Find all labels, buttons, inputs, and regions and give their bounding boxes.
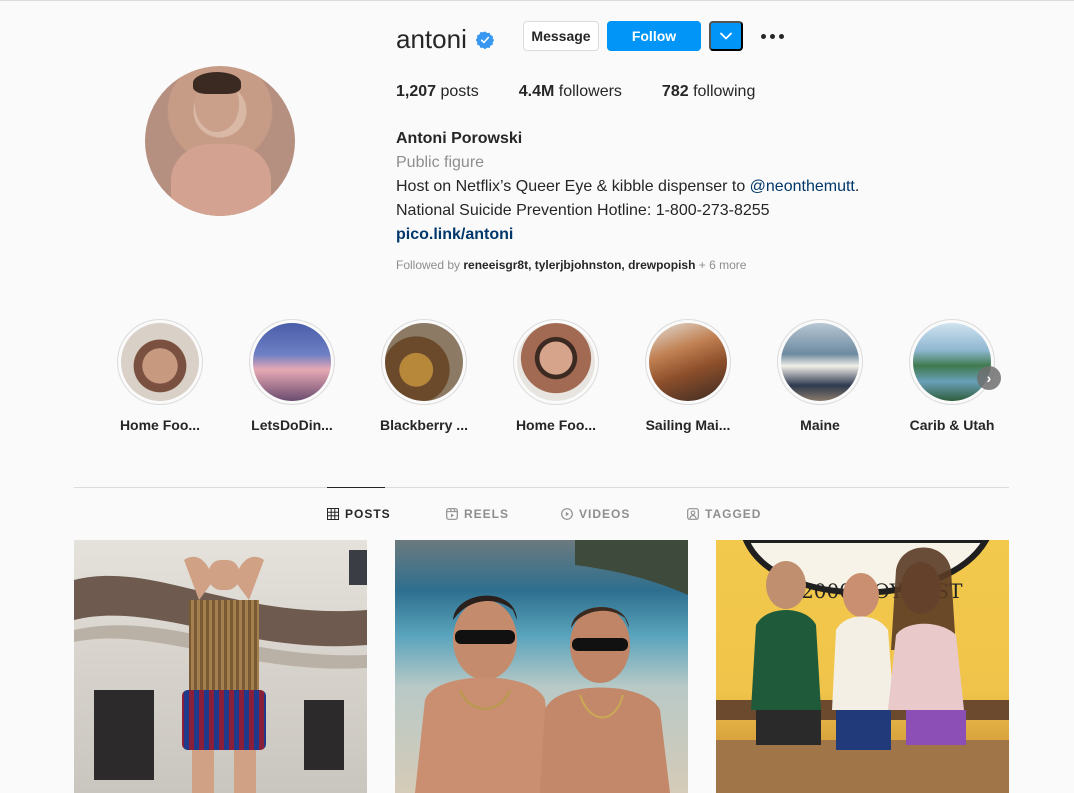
highlight-cover: [121, 323, 199, 401]
profile-stats: 1,207 posts 4.4M followers 782 following: [396, 83, 795, 101]
followed-by[interactable]: Followed by reneeisgr8t, tylerjbjohnston…: [396, 258, 746, 272]
active-tab-indicator: [327, 487, 385, 488]
followers-stat[interactable]: 4.4M followers: [519, 83, 622, 101]
tab-reels[interactable]: REELS: [446, 507, 509, 521]
post-image: [415, 540, 688, 793]
tabs-divider: [74, 487, 1009, 488]
post-image: 2000 ROYAL ST: [716, 540, 1009, 793]
highlight-item[interactable]: LetsDoDin...: [249, 319, 335, 433]
tagged-icon: [687, 508, 699, 520]
profile-full-name: Antoni Porowski: [396, 130, 523, 147]
highlight-cover: [781, 323, 859, 401]
bio-mention-link[interactable]: @neonthemutt: [750, 178, 855, 195]
profile-category: Public figure: [396, 154, 485, 171]
grid-icon: [327, 508, 339, 520]
post-thumbnail[interactable]: [74, 540, 367, 793]
highlight-item[interactable]: Maine: [777, 319, 863, 433]
highlight-item[interactable]: Home Foo...: [117, 319, 203, 433]
message-button[interactable]: Message: [523, 21, 599, 51]
profile-bio: Antoni Porowski Public figure Host on Ne…: [396, 127, 859, 247]
highlights-next-chevron-icon[interactable]: ›: [977, 366, 1001, 390]
highlight-item[interactable]: Blackberry ...: [380, 319, 468, 433]
top-divider: [0, 0, 1074, 1]
more-options-icon[interactable]: [759, 26, 785, 46]
play-icon: [561, 508, 573, 520]
profile-username-row: antoni: [396, 24, 494, 55]
post-thumbnail[interactable]: [395, 540, 688, 793]
bio-line-1: Host on Netflix’s Queer Eye & kibble dis…: [396, 178, 860, 195]
follow-button[interactable]: Follow: [607, 21, 701, 51]
highlight-cover: [913, 323, 991, 401]
bio-line-2: National Suicide Prevention Hotline: 1-8…: [396, 202, 770, 219]
highlight-cover: [253, 323, 331, 401]
suggested-dropdown-button[interactable]: [709, 21, 743, 51]
profile-username: antoni: [396, 24, 467, 54]
tab-posts[interactable]: POSTS: [327, 507, 391, 521]
posts-stat: 1,207 posts: [396, 83, 479, 100]
profile-avatar[interactable]: [145, 66, 295, 216]
tab-videos[interactable]: VIDEOS: [561, 507, 630, 521]
chevron-down-icon: [720, 32, 732, 40]
following-stat[interactable]: 782 following: [662, 83, 755, 101]
highlight-cover: [649, 323, 727, 401]
post-image: [74, 550, 367, 793]
tab-tagged[interactable]: TAGGED: [687, 507, 761, 521]
highlight-cover: [517, 323, 595, 401]
highlight-item[interactable]: Home Foo...: [513, 319, 599, 433]
reels-icon: [446, 508, 458, 520]
post-thumbnail[interactable]: 2000 ROYAL ST: [716, 540, 1009, 793]
highlight-item[interactable]: Sailing Mai...: [645, 319, 731, 433]
verified-badge-icon: [475, 30, 494, 49]
highlight-cover: [385, 323, 463, 401]
bio-external-link[interactable]: pico.link/antoni: [396, 223, 859, 247]
